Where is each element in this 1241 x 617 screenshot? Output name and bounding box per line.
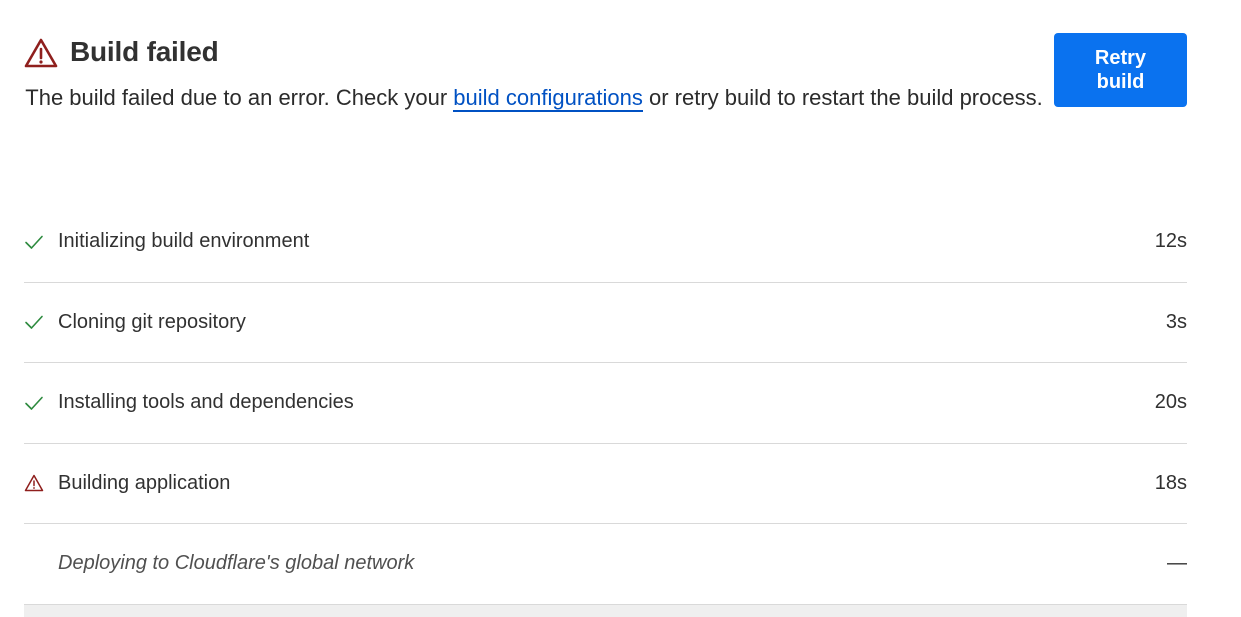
build-description: The build failed due to an error. Check … [24, 80, 1044, 115]
build-step-failed: Building application 18s [24, 444, 1187, 524]
build-status-page: Build failed The build failed due to an … [0, 0, 1241, 617]
build-log-panel-edge [24, 604, 1187, 617]
title-row: Build failed [24, 34, 1044, 70]
check-icon [24, 310, 58, 334]
check-icon [24, 391, 58, 415]
step-duration: 3s [1165, 310, 1187, 333]
build-step: Initializing build environment 12s [24, 202, 1187, 283]
step-duration: — [1167, 552, 1187, 575]
description-text-after: or retry build to restart the build proc… [642, 85, 1043, 110]
build-step: Installing tools and dependencies 20s [24, 363, 1187, 444]
step-label: Building application [58, 471, 231, 494]
step-icon-placeholder [24, 552, 58, 576]
build-step: Cloning git repository 3s [24, 283, 1187, 363]
page-title: Build failed [70, 36, 219, 67]
step-duration: 12s [1154, 230, 1187, 253]
description-text-before: The build failed due to an error. Check … [25, 85, 454, 110]
build-header: Build failed The build failed due to an … [24, 34, 1044, 115]
build-configurations-link[interactable]: build configurations [453, 85, 643, 112]
step-label: Deploying to Cloudflare's global network [58, 552, 415, 575]
step-label: Installing tools and dependencies [58, 391, 354, 414]
step-duration: 20s [1154, 391, 1187, 414]
step-label: Cloning git repository [58, 310, 246, 333]
warning-icon [24, 38, 58, 67]
step-label: Initializing build environment [58, 230, 310, 253]
build-steps-list: Initializing build environment 12s Cloni… [24, 202, 1187, 617]
retry-build-label: Retry build [1094, 47, 1147, 93]
retry-build-button[interactable]: Retry build [1054, 33, 1187, 107]
build-step-pending: Deploying to Cloudflare's global network… [24, 524, 1187, 605]
warning-icon [24, 471, 58, 495]
check-icon [24, 230, 58, 254]
step-duration: 18s [1154, 471, 1187, 494]
